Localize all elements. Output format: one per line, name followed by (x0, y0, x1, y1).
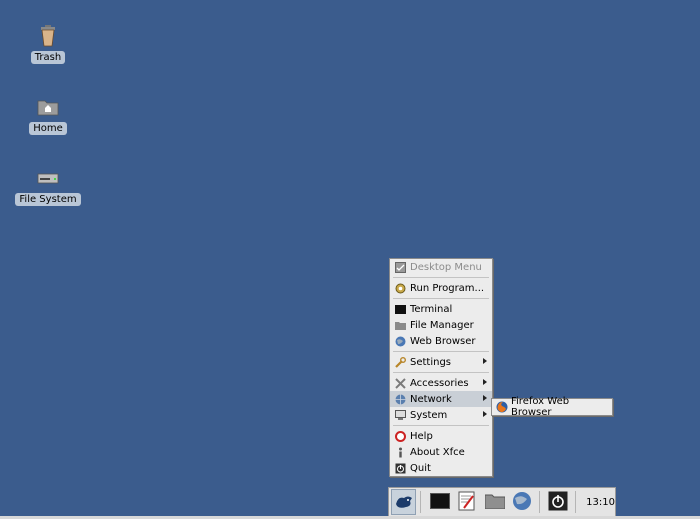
menu-item-settings[interactable]: Settings (390, 354, 492, 370)
desktop-menu-icon (394, 261, 406, 273)
desktop-icon-trash[interactable]: Trash (8, 24, 88, 64)
menu-item-firefox-web-browser[interactable]: Firefox Web Browser (511, 396, 612, 418)
desktop-icon-home[interactable]: Home (8, 95, 88, 135)
menu-item-terminal[interactable]: Terminal (390, 301, 492, 317)
terminal-icon (430, 492, 451, 512)
xfce-menu-button[interactable] (391, 489, 417, 515)
submenu-arrow-icon (483, 379, 487, 385)
menu-item-label: Network (410, 393, 452, 405)
file-manager-launcher[interactable] (482, 489, 507, 515)
menu-separator (393, 277, 489, 278)
submenu-arrow-icon (483, 358, 487, 364)
web-browser-launcher[interactable] (509, 489, 534, 515)
file-manager-icon (484, 493, 506, 512)
menu-separator (393, 425, 489, 426)
menu-item-label: Quit (410, 462, 431, 474)
menu-item-accessories[interactable]: Accessories (390, 375, 492, 391)
desktop-icon-filesystem[interactable]: File System (8, 166, 88, 206)
menu-item-label: Accessories (410, 377, 469, 389)
power-button[interactable] (546, 489, 571, 515)
menu-separator (393, 298, 489, 299)
menu-item-about-xfce[interactable]: About Xfce (390, 444, 492, 460)
menu-item-label: System (410, 409, 448, 421)
trash-icon (36, 24, 60, 48)
panel-separator (575, 491, 577, 513)
quit-icon (394, 462, 406, 474)
panel-separator (538, 491, 540, 513)
text-editor-launcher[interactable] (455, 489, 480, 515)
menu-item-label: Help (410, 430, 433, 442)
panel-clock[interactable]: 13:10 (586, 497, 615, 508)
help-icon (394, 430, 406, 442)
submenu-arrow-icon (483, 411, 487, 417)
menu-item-label: Web Browser (410, 335, 476, 347)
menu-item-label: Terminal (410, 303, 453, 315)
terminal-icon (394, 303, 406, 315)
tools-icon (394, 377, 406, 389)
bottom-panel: 13:10 (388, 487, 616, 517)
desktop-icon-label: Trash (30, 51, 66, 64)
system-icon (394, 409, 406, 421)
desktop-menu: Desktop Menu Run Program... Terminal Fil… (389, 258, 493, 477)
panel-separator (420, 491, 422, 513)
text-editor-icon (458, 491, 476, 514)
globe-icon (394, 335, 406, 347)
menu-item-web-browser[interactable]: Web Browser (390, 333, 492, 349)
menu-item-system[interactable]: System (390, 407, 492, 423)
wrench-icon (394, 356, 406, 368)
desktop-background[interactable]: Trash Home File System Desktop Menu Run … (0, 0, 700, 519)
menu-item-run-program[interactable]: Run Program... (390, 280, 492, 296)
menu-item-help[interactable]: Help (390, 428, 492, 444)
menu-item-desktop-menu: Desktop Menu (390, 259, 492, 275)
menu-item-label: Run Program... (410, 282, 485, 294)
terminal-launcher[interactable] (427, 489, 452, 515)
power-icon (548, 491, 568, 514)
run-icon (394, 282, 406, 294)
web-browser-icon (512, 491, 532, 514)
menu-item-label: File Manager (410, 319, 474, 331)
xfce-mouse-icon (394, 492, 414, 513)
info-icon (394, 446, 406, 458)
desktop-icon-label: Home (29, 122, 67, 135)
network-icon (394, 393, 406, 405)
desktop-icon-label: File System (15, 193, 81, 206)
firefox-icon (496, 401, 508, 413)
menu-item-quit[interactable]: Quit (390, 460, 492, 476)
folder-icon (394, 319, 406, 331)
drive-icon (36, 166, 60, 190)
network-submenu: Firefox Web Browser (491, 396, 613, 418)
menu-item-file-manager[interactable]: File Manager (390, 317, 492, 333)
home-folder-icon (36, 95, 60, 119)
menu-item-label: Settings (410, 356, 452, 368)
menu-separator (393, 351, 489, 352)
submenu-arrow-icon (483, 395, 487, 401)
menu-item-label: Desktop Menu (410, 261, 482, 273)
menu-separator (393, 372, 489, 373)
menu-item-network[interactable]: Network (390, 391, 492, 407)
menu-item-label: About Xfce (410, 446, 465, 458)
